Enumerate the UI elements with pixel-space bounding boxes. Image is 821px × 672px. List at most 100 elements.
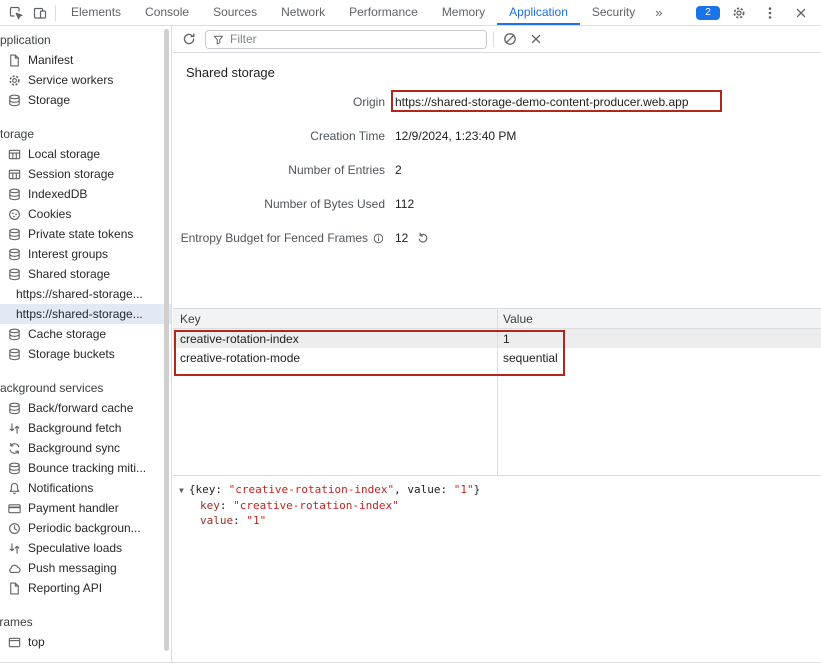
preview-text: {key: <box>189 483 229 496</box>
sidebar-item-label: Manifest <box>28 53 73 67</box>
tab-console[interactable]: Console <box>133 0 201 25</box>
tabbar-right-icons: 2 <box>696 2 821 24</box>
property-separator: : <box>233 514 246 527</box>
tab-memory[interactable]: Memory <box>430 0 497 25</box>
sidebar-item-top-frame[interactable]: top <box>0 632 171 652</box>
sidebar-item-label: Service workers <box>28 73 113 87</box>
sidebar-item-periodic-background-sync[interactable]: Periodic backgroun... <box>0 518 171 538</box>
preview-string: "1" <box>454 483 474 496</box>
sidebar-item-label: Reporting API <box>28 581 102 595</box>
close-devtools-icon[interactable] <box>789 2 813 24</box>
arrows-up-down-icon <box>7 421 22 436</box>
sidebar-item-storage-buckets[interactable]: Storage buckets <box>0 344 171 364</box>
sidebar-item-background-sync[interactable]: Background sync <box>0 438 171 458</box>
filter-input[interactable] <box>230 32 480 46</box>
section-application: Application Manifest Service workers Sto… <box>0 30 171 110</box>
property-separator: : <box>220 499 233 512</box>
sidebar-item-label: https://shared-storage... <box>16 287 143 301</box>
sidebar-scrollbar[interactable] <box>164 29 169 651</box>
sidebar-item-cache-storage[interactable]: Cache storage <box>0 324 171 344</box>
toolbar-separator <box>493 31 494 47</box>
document-icon <box>7 581 22 596</box>
clock-icon <box>7 521 22 536</box>
cell-key: creative-rotation-mode <box>173 348 497 367</box>
refresh-icon[interactable] <box>179 29 199 49</box>
tab-elements[interactable]: Elements <box>59 0 133 25</box>
tab-performance[interactable]: Performance <box>337 0 430 25</box>
sidebar-item-notifications[interactable]: Notifications <box>0 478 171 498</box>
service-worker-icon <box>7 73 22 88</box>
database-icon <box>7 187 22 202</box>
sidebar-item-label: https://shared-storage... <box>16 307 143 321</box>
sidebar-item-speculative-loads[interactable]: Speculative loads <box>0 538 171 558</box>
meta-row-creation-time: Creation Time 12/9/2024, 1:23:40 PM <box>173 119 821 153</box>
preview-string: "creative-rotation-index" <box>229 483 395 496</box>
sidebar-item-session-storage[interactable]: Session storage <box>0 164 171 184</box>
sidebar-item-payment-handler[interactable]: Payment handler <box>0 498 171 518</box>
preview-text: , value: <box>394 483 454 496</box>
application-sidebar: Application Manifest Service workers Sto… <box>0 26 172 662</box>
filter-box <box>205 30 487 49</box>
sidebar-item-label: top <box>28 635 45 649</box>
section-title-background-services: Background services <box>0 378 171 398</box>
meta-label: Origin <box>353 95 385 109</box>
preview-pane: ▼ {key: "creative-rotation-index", value:… <box>173 476 821 663</box>
tab-security[interactable]: Security <box>580 0 647 25</box>
database-icon <box>7 93 22 108</box>
column-header-value[interactable]: Value <box>497 309 821 328</box>
sidebar-item-local-storage[interactable]: Local storage <box>0 144 171 164</box>
reset-budget-icon[interactable] <box>415 230 431 246</box>
tab-application[interactable]: Application <box>497 0 580 25</box>
meta-label: Creation Time <box>310 129 385 143</box>
sidebar-item-back-forward-cache[interactable]: Back/forward cache <box>0 398 171 418</box>
preview-property: value: "1" <box>179 513 821 528</box>
column-divider[interactable] <box>497 309 498 475</box>
sidebar-item-shared-storage[interactable]: Shared storage <box>0 264 171 284</box>
info-icon[interactable] <box>372 232 385 245</box>
sidebar-item-interest-groups[interactable]: Interest groups <box>0 244 171 264</box>
sidebar-item-private-state-tokens[interactable]: Private state tokens <box>0 224 171 244</box>
filter-funnel-icon <box>212 33 225 46</box>
sidebar-item-cookies[interactable]: Cookies <box>0 204 171 224</box>
tab-network[interactable]: Network <box>269 0 337 25</box>
sidebar-item-reporting-api[interactable]: Reporting API <box>0 578 171 598</box>
sidebar-item-service-workers[interactable]: Service workers <box>0 70 171 90</box>
page-title: Shared storage <box>186 65 821 81</box>
sidebar-item-storage[interactable]: Storage <box>0 90 171 110</box>
sidebar-item-label: Cookies <box>28 207 71 221</box>
sidebar-item-label: Speculative loads <box>28 541 122 555</box>
issues-count-badge[interactable]: 2 <box>696 6 720 20</box>
cloud-icon <box>7 561 22 576</box>
sidebar-item-label: Storage buckets <box>28 347 115 361</box>
bytes-used-value: 112 <box>395 197 414 211</box>
tab-sources[interactable]: Sources <box>201 0 269 25</box>
meta-row-origin: Origin https://shared-storage-demo-conte… <box>173 85 821 119</box>
panel-toolbar <box>173 26 821 53</box>
delete-selected-icon[interactable] <box>526 29 546 49</box>
sidebar-item-label: Bounce tracking miti... <box>28 461 146 475</box>
kebab-menu-icon[interactable] <box>758 2 782 24</box>
section-frames: Frames top <box>0 612 171 652</box>
meta-label: Entropy Budget for Fenced Frames <box>181 231 368 245</box>
inspect-element-icon[interactable] <box>4 2 28 24</box>
cookie-icon <box>7 207 22 222</box>
expand-toggle-icon[interactable]: ▼ <box>179 486 184 495</box>
sidebar-item-shared-storage-origin-2[interactable]: https://shared-storage... <box>0 304 171 324</box>
column-header-key[interactable]: Key <box>173 309 497 328</box>
sidebar-item-manifest[interactable]: Manifest <box>0 50 171 70</box>
more-tabs-button[interactable]: » <box>647 0 670 25</box>
section-title-frames: Frames <box>0 612 171 632</box>
database-icon <box>7 347 22 362</box>
sidebar-item-background-fetch[interactable]: Background fetch <box>0 418 171 438</box>
sidebar-item-push-messaging[interactable]: Push messaging <box>0 558 171 578</box>
sidebar-item-bounce-tracking[interactable]: Bounce tracking miti... <box>0 458 171 478</box>
settings-gear-icon[interactable] <box>727 2 751 24</box>
section-title-application: Application <box>0 30 171 50</box>
sidebar-item-indexeddb[interactable]: IndexedDB <box>0 184 171 204</box>
meta-row-bytes-used: Number of Bytes Used 112 <box>173 187 821 221</box>
device-toolbar-icon[interactable] <box>28 2 52 24</box>
shared-storage-panel: Shared storage Origin https://shared-sto… <box>173 26 821 662</box>
clear-all-icon[interactable] <box>500 29 520 49</box>
sidebar-item-shared-storage-origin-1[interactable]: https://shared-storage... <box>0 284 171 304</box>
bell-icon <box>7 481 22 496</box>
